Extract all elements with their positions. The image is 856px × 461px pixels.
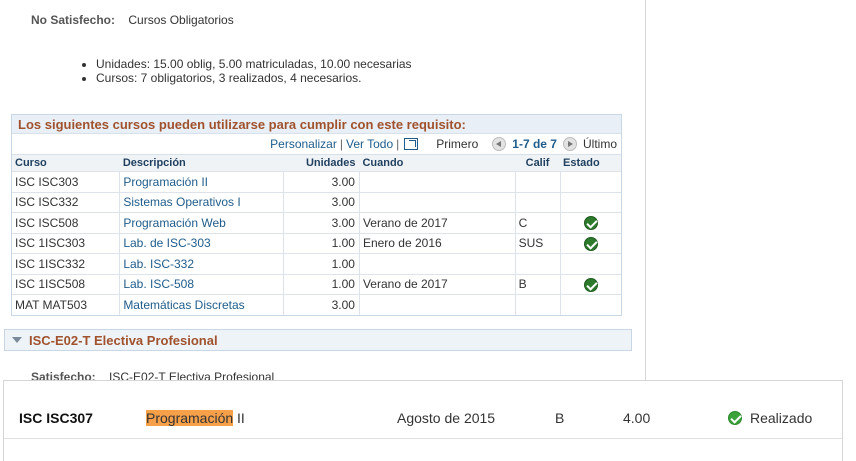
course-units: 4.00 [623, 410, 651, 426]
table-row: ISC 1ISC508 Lab. ISC-508 1.00 Verano de 201… [12, 273, 621, 295]
courses-summary: Cursos: 7 obligatorios, 3 realizados, 4 … [96, 71, 412, 85]
nav-separator: | [396, 137, 400, 151]
section-header[interactable]: ISC-E02-T Electiva Profesional [4, 329, 632, 351]
course-name: Programación II [146, 410, 245, 426]
requirement-status: No Satisfecho: Cursos Obligatorios [31, 13, 234, 27]
nav-separator: | [339, 137, 343, 151]
check-icon [583, 277, 598, 292]
check-icon [583, 216, 598, 231]
cell-description-link[interactable]: Lab. ISC-332 [119, 253, 285, 274]
cell-units: 3.00 [283, 191, 360, 213]
search-highlight: Programación [146, 410, 234, 426]
course-status: Realizado [728, 410, 812, 426]
cell-status [560, 232, 621, 254]
cell-grade: SUS [515, 232, 561, 254]
course-grade: B [555, 410, 565, 426]
table-row: ISC ISC303 Programación II 3.00 [12, 171, 621, 192]
course-code: ISC ISC307 [19, 410, 93, 426]
cell-status [560, 212, 621, 233]
cell-description-link[interactable]: Lab. de ISC-303 [119, 232, 285, 254]
completed-course-panel: ISC ISC307 Programación II Agosto de 201… [3, 380, 843, 461]
course-date: Agosto de 2015 [397, 410, 496, 426]
cell-description-link[interactable]: Sistemas Operativos I [119, 191, 285, 213]
table-row: MAT MAT503 Matemáticas Discretas 3.00 [12, 294, 621, 315]
table-row: ISC ISC508 Programación Web 3.00 Verano de … [12, 212, 621, 233]
section-title: ISC-E02-T Electiva Profesional [29, 332, 218, 348]
cell-units: 3.00 [283, 212, 360, 233]
cell-units: 3.00 [283, 171, 360, 192]
cell-status [560, 253, 621, 274]
cell-when [359, 253, 516, 274]
course-name-rest: II [233, 410, 245, 426]
cell-grade [515, 253, 561, 274]
collapse-icon[interactable] [12, 337, 22, 343]
cell-when: Verano de 2017 [359, 212, 516, 233]
table-row: ISC ISC332 Sistemas Operativos I 3.00 [12, 191, 621, 213]
status-label: No Satisfecho: [31, 13, 116, 27]
cell-units: 1.00 [283, 253, 360, 274]
cell-units: 1.00 [283, 273, 360, 295]
table-row: ISC 1ISC332 Lab. ISC-332 1.00 [12, 253, 621, 274]
cell-units: 3.00 [283, 294, 360, 315]
course-table: Curso Descripción Unidades Cuando Calif … [12, 154, 621, 315]
cell-grade [515, 294, 561, 315]
divider-line [645, 0, 646, 380]
next-page-icon[interactable] [562, 137, 577, 151]
table-header: Curso Descripción Unidades Cuando Calif … [12, 154, 621, 172]
check-icon [583, 236, 598, 251]
cell-when [359, 171, 516, 192]
cell-grade [515, 191, 561, 213]
cell-course: ISC ISC508 [12, 212, 121, 233]
col-description: Descripción [119, 154, 284, 172]
col-when: Cuando [359, 154, 516, 172]
prev-page-icon[interactable] [492, 137, 507, 151]
col-status: Estado [560, 154, 621, 172]
cell-course: MAT MAT503 [12, 294, 121, 315]
personalize-link[interactable]: Personalizar [270, 137, 337, 151]
grid-nav: Personalizar | Ver Todo | Primero 1-7 de… [12, 134, 621, 154]
cell-course: ISC 1ISC508 [12, 273, 121, 295]
requirement-summary: Unidades: 15.00 oblig, 5.00 matriculadas… [82, 57, 412, 85]
col-grade: Calif [515, 154, 561, 172]
cell-status [560, 191, 621, 213]
col-units: Unidades [283, 154, 360, 172]
view-all-link[interactable]: Ver Todo [346, 137, 393, 151]
cell-grade: C [515, 212, 561, 233]
cell-grade: B [515, 273, 561, 295]
new-window-icon[interactable] [404, 138, 419, 150]
col-course: Curso [12, 154, 120, 172]
first-page-link[interactable]: Primero [436, 137, 478, 151]
cell-course: ISC ISC332 [12, 191, 121, 213]
units-summary: Unidades: 15.00 oblig, 5.00 matriculadas… [96, 57, 412, 71]
cell-when: Verano de 2017 [359, 273, 516, 295]
cell-when: Enero de 2016 [359, 232, 516, 254]
cell-status [560, 294, 621, 315]
cell-course: ISC 1ISC303 [12, 232, 121, 254]
cell-description-link[interactable]: Programación II [119, 171, 285, 192]
cell-description-link[interactable]: Lab. ISC-508 [119, 273, 285, 295]
cell-description-link[interactable]: Matemáticas Discretas [119, 294, 285, 315]
cell-status [560, 171, 621, 192]
status-value: Cursos Obligatorios [128, 13, 234, 27]
cell-when [359, 294, 516, 315]
cell-course: ISC ISC303 [12, 171, 121, 192]
cell-units: 1.00 [283, 232, 360, 254]
check-icon [728, 411, 742, 425]
row-count: 1-7 de 7 [512, 137, 557, 151]
cell-course: ISC 1ISC332 [12, 253, 121, 274]
grid-title: Los siguientes cursos pueden utilizarse … [12, 115, 621, 134]
cell-when [359, 191, 516, 213]
cell-grade [515, 171, 561, 192]
table-row: ISC 1ISC303 Lab. de ISC-303 1.00 Enero de 2… [12, 232, 621, 254]
cell-description-link[interactable]: Programación Web [119, 212, 285, 233]
last-page-link[interactable]: Último [583, 137, 617, 151]
course-grid: Los siguientes cursos pueden utilizarse … [11, 114, 622, 316]
cell-status [560, 273, 621, 295]
course-status-label: Realizado [750, 410, 813, 426]
completed-course-row: ISC ISC307 Programación II Agosto de 201… [4, 381, 842, 439]
